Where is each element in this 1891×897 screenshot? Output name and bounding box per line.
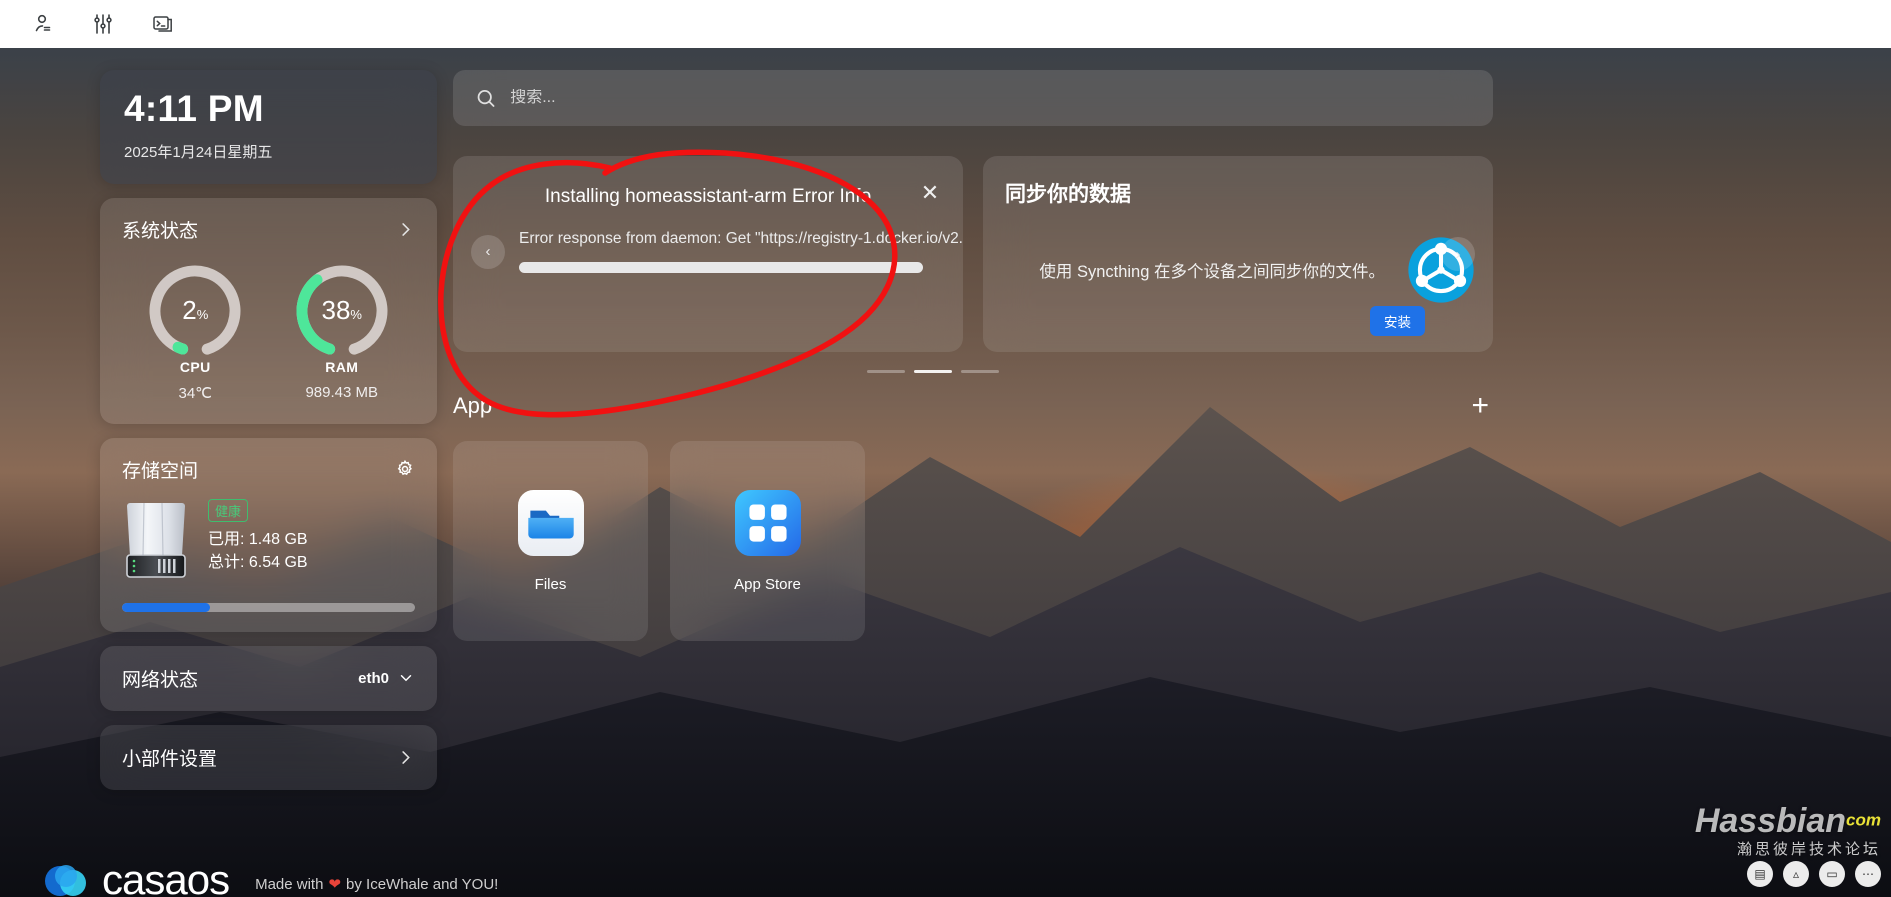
watermark-brand: Hassbiancom: [1695, 804, 1881, 838]
cpu-value-number: 2: [182, 294, 197, 325]
chevron-right-icon[interactable]: [396, 748, 415, 767]
search-bar[interactable]: [453, 70, 1493, 126]
watermark-social-icons: ▤ ▵ ▭ ⋯: [1695, 861, 1881, 887]
carousel-indicator: [373, 370, 1493, 373]
syncthing-title: 同步你的数据: [1005, 183, 1131, 206]
network-status-title: 网络状态: [122, 669, 199, 691]
add-app-button[interactable]: +: [1471, 391, 1489, 421]
system-status-title: 系统状态: [122, 220, 199, 242]
carousel-dot-2[interactable]: [914, 370, 952, 373]
ram-used-memory: 989.43 MB: [305, 383, 379, 401]
folder-icon: [517, 489, 584, 556]
carousel-banner-row: Installing homeassistant-arm Error Info …: [453, 156, 1493, 352]
clock-time: 4:11 PM: [124, 88, 264, 129]
heart-icon: ❤: [328, 876, 342, 893]
storage-health-badge: 健康: [208, 498, 249, 522]
cpu-gauge-label: CPU: [179, 358, 211, 375]
sliders-settings-icon[interactable]: [88, 9, 118, 39]
made-with-suffix: by IceWhale and YOU!: [346, 875, 499, 893]
chat-bubble-icon: ▭: [1819, 861, 1845, 887]
storage-progress-fill: [122, 602, 210, 612]
install-error-detail: Error response from daemon: Get "https:/…: [519, 230, 963, 273]
app-section-header: App +: [453, 391, 1493, 421]
cpu-temperature: 34℃: [178, 384, 213, 402]
app-tile-app-store[interactable]: App Store: [670, 441, 865, 641]
storage-body: 健康 已用: 1.48 GB 总计: 6.54 GB: [122, 497, 415, 587]
cpu-gauge: 2% CPU 34℃: [139, 259, 251, 402]
network-interface-select[interactable]: eth0: [358, 669, 415, 687]
browser-toolbar: [0, 0, 1891, 48]
cpu-value-unit: %: [196, 306, 209, 322]
watermark-tld-text: com: [1846, 810, 1881, 830]
app-name: Files: [534, 575, 567, 593]
grid-apps-icon: [734, 489, 801, 556]
storage-used: 已用: 1.48 GB: [208, 530, 308, 548]
widget-column: 4:11 PM 2025年1月24日星期五 系统状态 2% CPU 34℃ 38…: [100, 70, 437, 790]
gauge-row: 2% CPU 34℃ 38% RAM 989.43 MB: [122, 259, 415, 402]
app-name: App Store: [734, 575, 801, 593]
user-profile-icon[interactable]: [28, 9, 58, 39]
carousel-dot-3[interactable]: [961, 370, 999, 373]
install-error-body: ‹ Error response from daemon: Get "https…: [471, 230, 963, 273]
install-error-title: Installing homeassistant-arm Error Info: [544, 186, 872, 207]
storage-title: 存储空间: [122, 460, 199, 482]
more-dots-icon: ⋯: [1855, 861, 1881, 887]
clock-widget: 4:11 PM 2025年1月24日星期五: [100, 70, 437, 184]
watermark-subtitle: 瀚思彼岸技术论坛: [1736, 841, 1881, 858]
ram-value-unit: %: [350, 306, 362, 322]
carousel-next-button[interactable]: ›: [1441, 237, 1475, 271]
install-error-banner: Installing homeassistant-arm Error Info …: [453, 156, 963, 352]
storage-progress-track: [122, 602, 415, 612]
close-icon[interactable]: ✕: [917, 180, 943, 206]
storage-header: 存储空间: [122, 456, 415, 483]
watermark-main-text: Hassbian: [1694, 802, 1847, 840]
disk-drive-icon: [126, 502, 186, 578]
casaos-footer: casaos Made with ❤ by IceWhale and YOU!: [40, 859, 498, 897]
ram-gauge-value: 38%: [286, 295, 398, 326]
syncthing-install-button[interactable]: 安装: [1370, 306, 1425, 336]
syncthing-description: 使用 Syncthing 在多个设备之间同步你的文件。: [1039, 263, 1385, 281]
install-error-message: Error response from daemon: Get "https:/…: [519, 230, 963, 247]
document-icon: ▤: [1747, 861, 1773, 887]
gear-icon[interactable]: [395, 459, 415, 479]
app-tile-files[interactable]: Files: [453, 441, 648, 641]
network-interface-value: eth0: [358, 669, 389, 687]
storage-widget: 存储空间 健康 已用: 1.48 GB 总计: 6.54 GB: [100, 437, 437, 632]
syncthing-promo-banner: 同步你的数据 使用 Syncthing 在多个设备之间同步你的文件。 安装 ›: [983, 156, 1493, 352]
install-progress-bar: [519, 262, 923, 273]
storage-info: 健康 已用: 1.48 GB 总计: 6.54 GB: [208, 497, 308, 574]
casaos-mark-icon: [45, 865, 86, 896]
desktop: 4:11 PM 2025年1月24日星期五 系统状态 2% CPU 34℃ 38…: [0, 48, 1891, 897]
chevron-right-icon[interactable]: [396, 220, 415, 239]
carousel-dot-1[interactable]: [867, 370, 905, 373]
terminal-icon[interactable]: [148, 9, 178, 39]
carousel-prev-button[interactable]: ‹: [471, 234, 505, 269]
casaos-wordmark: casaos: [102, 856, 230, 897]
system-status-header: 系统状态: [122, 216, 415, 243]
ram-gauge: 38% RAM 989.43 MB: [286, 259, 398, 402]
app-grid: Files App Store: [453, 441, 1493, 641]
chevron-down-icon[interactable]: [397, 669, 415, 687]
made-with-credit: Made with ❤ by IceWhale and YOU!: [255, 875, 498, 897]
clock-date: 2025年1月24日星期五: [124, 143, 273, 161]
widget-settings-title: 小部件设置: [122, 748, 218, 770]
ram-gauge-label: RAM: [325, 358, 359, 375]
widget-settings-row[interactable]: 小部件设置: [100, 724, 437, 790]
cpu-gauge-value: 2%: [139, 295, 251, 326]
network-status-row[interactable]: 网络状态 eth0: [100, 645, 437, 711]
search-input[interactable]: [510, 89, 1471, 107]
main-column: Installing homeassistant-arm Error Info …: [453, 70, 1493, 641]
syncthing-body: 使用 Syncthing 在多个设备之间同步你的文件。: [983, 236, 1493, 304]
made-with-prefix: Made with: [255, 875, 324, 893]
search-icon: [477, 90, 495, 107]
user-group-icon: ▵: [1783, 861, 1809, 887]
casaos-logo: casaos: [40, 856, 230, 897]
watermark: Hassbiancom 瀚思彼岸技术论坛 ▤ ▵ ▭ ⋯: [1695, 804, 1881, 887]
ram-value-number: 38: [321, 294, 351, 325]
app-section-title: App: [453, 393, 493, 418]
storage-total: 总计: 6.54 GB: [208, 554, 308, 572]
system-status-widget: 系统状态 2% CPU 34℃ 38% RAM 989.43 MB: [100, 197, 437, 424]
